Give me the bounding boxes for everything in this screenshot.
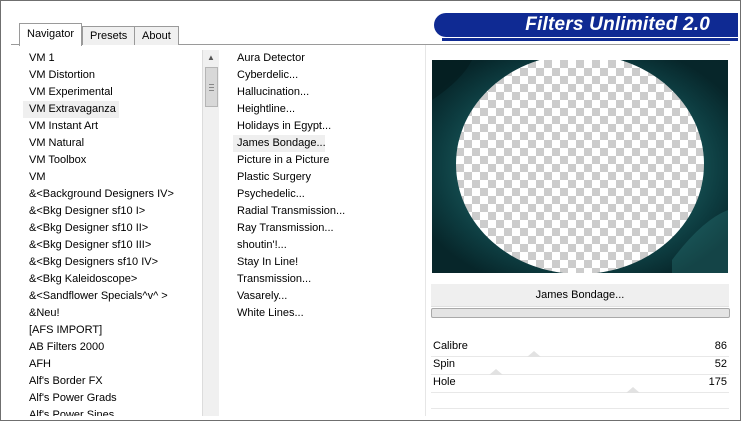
param-label: Spin: [433, 358, 456, 370]
selected-filter-name: James Bondage...: [431, 284, 729, 307]
slider-track[interactable]: [431, 392, 729, 393]
tab-presets[interactable]: Presets: [82, 26, 136, 45]
filters-unlimited-window: Navigator Presets About Filters Unlimite…: [0, 0, 741, 421]
filter-item[interactable]: Cyberdelic...: [233, 67, 423, 84]
filter-item[interactable]: Transmission...: [233, 271, 423, 288]
app-title: Filters Unlimited 2.0: [525, 14, 710, 35]
category-item[interactable]: AB Filters 2000: [23, 339, 201, 356]
category-scrollbar[interactable]: ▲: [202, 50, 219, 416]
category-item[interactable]: &<Bkg Designer sf10 II>: [23, 220, 201, 237]
param-value: 175: [708, 376, 727, 388]
param-value: 86: [714, 340, 727, 352]
param-calibre[interactable]: Calibre 86: [431, 338, 729, 357]
category-item[interactable]: &<Bkg Kaleidoscope>: [23, 271, 201, 288]
slider-knob[interactable]: [626, 387, 640, 393]
tab-navigator[interactable]: Navigator: [19, 23, 83, 46]
filter-item[interactable]: Hallucination...: [233, 84, 423, 101]
category-item[interactable]: AFH: [23, 356, 201, 373]
scrollbar-thumb[interactable]: [205, 67, 218, 107]
category-item[interactable]: VM: [23, 169, 201, 186]
category-item[interactable]: VM Natural: [23, 135, 201, 152]
filter-item[interactable]: Vasarely...: [233, 288, 423, 305]
param-label: Calibre: [433, 340, 468, 352]
category-item[interactable]: Alf's Power Grads: [23, 390, 201, 407]
category-item[interactable]: &<Bkg Designers sf10 IV>: [23, 254, 201, 271]
progress-bar: [431, 308, 730, 318]
category-item[interactable]: Alf's Border FX: [23, 373, 201, 390]
filter-item[interactable]: Holidays in Egypt...: [233, 118, 423, 135]
filter-item[interactable]: shoutin'!...: [233, 237, 423, 254]
category-item[interactable]: Alf's Power Sines: [23, 407, 201, 416]
category-item[interactable]: &<Background Designers IV>: [23, 186, 201, 203]
banner-stripe: [442, 38, 738, 41]
filter-item[interactable]: Stay In Line!: [233, 254, 423, 271]
param-spin[interactable]: Spin 52: [431, 356, 729, 375]
category-item[interactable]: VM Instant Art: [23, 118, 201, 135]
param-hole[interactable]: Hole 175: [431, 374, 729, 393]
filter-item[interactable]: White Lines...: [233, 305, 423, 322]
title-banner: Filters Unlimited 2.0: [434, 13, 738, 41]
filter-item[interactable]: Psychedelic...: [233, 186, 423, 203]
category-item[interactable]: VM Experimental: [23, 84, 201, 101]
scroll-up-arrow-icon[interactable]: ▲: [203, 50, 219, 66]
filter-item[interactable]: Picture in a Picture: [233, 152, 423, 169]
filter-item[interactable]: Radial Transmission...: [233, 203, 423, 220]
category-item[interactable]: &<Bkg Designer sf10 I>: [23, 203, 201, 220]
param-divider: [431, 408, 729, 409]
preview-image: [432, 60, 728, 273]
param-value: 52: [714, 358, 727, 370]
category-item[interactable]: VM Toolbox: [23, 152, 201, 169]
filter-list[interactable]: Aura Detector Cyberdelic... Hallucination.…: [233, 50, 423, 322]
category-item[interactable]: &<Bkg Designer sf10 III>: [23, 237, 201, 254]
category-item[interactable]: VM Distortion: [23, 67, 201, 84]
category-item[interactable]: [AFS IMPORT]: [23, 322, 201, 339]
filter-item[interactable]: Plastic Surgery: [233, 169, 423, 186]
filter-item[interactable]: Aura Detector: [233, 50, 423, 67]
filter-item[interactable]: Ray Transmission...: [233, 220, 423, 237]
category-item[interactable]: &Neu!: [23, 305, 201, 322]
filter-item[interactable]: Heightline...: [233, 101, 423, 118]
category-item[interactable]: VM 1: [23, 50, 201, 67]
param-label: Hole: [433, 376, 456, 388]
category-item[interactable]: VM Extravaganza: [23, 101, 119, 118]
filter-item[interactable]: James Bondage...: [233, 135, 326, 152]
category-item[interactable]: &<Sandflower Specials^v^ >: [23, 288, 201, 305]
panel-divider: [425, 45, 426, 416]
category-list[interactable]: VM 1 VM Distortion VM Experimental VM Extra…: [23, 50, 201, 416]
tab-about[interactable]: About: [134, 26, 179, 45]
